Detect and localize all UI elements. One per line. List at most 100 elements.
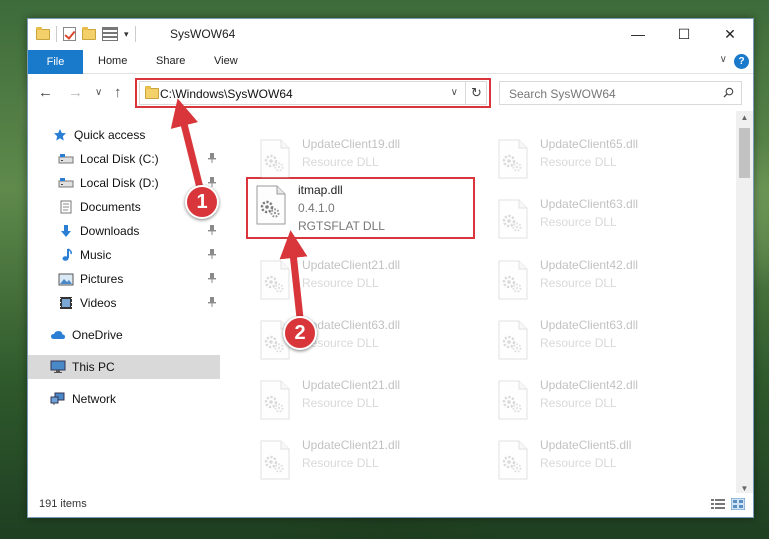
large-icons-view-icon[interactable]	[731, 498, 745, 510]
back-button[interactable]: ←	[38, 84, 53, 101]
status-bar: 191 items	[28, 493, 753, 517]
cloud-icon	[50, 328, 66, 342]
videos-icon	[58, 296, 74, 310]
file-description: Resource DLL	[540, 456, 617, 470]
sidebar-item-label: Local Disk (C:)	[80, 152, 159, 166]
pictures-icon	[58, 272, 74, 286]
toolbar-separator	[56, 26, 57, 42]
pin-icon[interactable]	[208, 224, 216, 238]
file-item[interactable]: UpdateClient42.dll Resource DLL	[492, 374, 717, 428]
sidebar-item-label: Pictures	[80, 272, 124, 286]
file-name: UpdateClient42.dll	[540, 258, 639, 272]
file-name: UpdateClient21.dll	[302, 258, 401, 272]
file-name: UpdateClient65.dll	[540, 137, 639, 151]
tab-share[interactable]: Share	[156, 55, 185, 67]
file-description: Resource DLL	[540, 396, 617, 410]
forward-button[interactable]: →	[68, 84, 83, 101]
up-button[interactable]: ↑	[114, 84, 122, 101]
expand-ribbon-icon[interactable]: ∨	[720, 54, 727, 65]
star-icon	[52, 128, 68, 142]
file-name: UpdateClient42.dll	[540, 378, 639, 392]
dll-file-icon	[254, 185, 288, 225]
search-icon[interactable]	[723, 87, 734, 98]
file-description: Resource DLL	[302, 155, 379, 169]
sidebar-item-downloads[interactable]: Downloads	[28, 219, 220, 243]
minimize-button[interactable]: —	[615, 19, 661, 49]
scroll-up-icon[interactable]: ▲	[736, 113, 753, 122]
folder-icon	[36, 26, 50, 40]
file-item[interactable]: UpdateClient21.dll Resource DLL	[254, 254, 479, 308]
search-input[interactable]: Search SysWOW64	[499, 81, 742, 105]
sidebar-item-pictures[interactable]: Pictures	[28, 267, 220, 291]
file-item[interactable]: UpdateClient63.dll Resource DLL	[492, 193, 717, 247]
pin-icon[interactable]	[208, 248, 216, 262]
properties-icon[interactable]	[102, 27, 118, 41]
scrollbar-thumb[interactable]	[739, 128, 750, 178]
file-name: UpdateClient21.dll	[302, 378, 401, 392]
file-item[interactable]: itmap.dll 0.4.1.0 RGTSFLAT DLL	[250, 179, 475, 233]
pin-icon[interactable]	[208, 296, 216, 310]
new-folder-icon[interactable]	[82, 26, 96, 40]
dll-file-icon	[496, 440, 530, 480]
file-item[interactable]: UpdateClient65.dll Resource DLL	[492, 133, 717, 187]
dll-file-icon	[496, 380, 530, 420]
sidebar-item-label: Music	[80, 248, 112, 262]
dll-file-icon	[258, 260, 292, 300]
help-button[interactable]: ?	[734, 54, 749, 69]
dll-file-icon	[496, 139, 530, 179]
file-list: UpdateClient19.dll Resource DLL UpdateClie…	[224, 111, 739, 495]
tab-view[interactable]: View	[214, 55, 238, 67]
sidebar-item-onedrive[interactable]: OneDrive	[28, 323, 220, 347]
sidebar-item-this-pc[interactable]: This PC	[28, 355, 220, 379]
dll-file-icon	[258, 440, 292, 480]
file-description: Resource DLL	[540, 215, 617, 229]
pin-icon[interactable]	[208, 272, 216, 286]
file-name: UpdateClient19.dll	[302, 137, 401, 151]
file-version: 0.4.1.0	[298, 201, 335, 215]
sidebar-item-quick-access[interactable]: Quick access	[28, 123, 220, 147]
sidebar-item-music[interactable]: Music	[28, 243, 220, 267]
file-description: Resource DLL	[540, 336, 617, 350]
close-button[interactable]: ✕	[707, 19, 753, 49]
dll-file-icon	[258, 380, 292, 420]
address-highlight-box	[135, 78, 491, 108]
customize-toolbar-icon[interactable]: ▾	[124, 29, 129, 40]
pin-icon[interactable]	[208, 152, 216, 166]
file-item[interactable]: UpdateClient21.dll Resource DLL	[254, 434, 479, 488]
title-bar: ▾ SysWOW64 — ☐ ✕	[28, 19, 753, 50]
file-item[interactable]: UpdateClient5.dll Resource DLL	[492, 434, 717, 488]
navigation-pane: Quick access Local Disk (C:) Local Disk (D…	[28, 111, 224, 495]
details-view-icon[interactable]	[711, 498, 725, 510]
documents-icon	[58, 200, 74, 214]
window-title: SysWOW64	[170, 27, 236, 41]
file-name: UpdateClient5.dll	[540, 438, 632, 452]
toolbar-separator	[134, 26, 136, 42]
ribbon-tabs: File Home Share View ∨ ?	[28, 50, 753, 74]
file-description: Resource DLL	[540, 155, 617, 169]
file-item[interactable]: UpdateClient21.dll Resource DLL	[254, 374, 479, 428]
vertical-scrollbar[interactable]: ▲ ▼	[736, 111, 753, 495]
scroll-down-icon[interactable]: ▼	[736, 484, 753, 493]
sidebar-item-network[interactable]: Network	[28, 387, 220, 411]
file-name: UpdateClient63.dll	[540, 318, 639, 332]
sidebar-item-label: Quick access	[74, 128, 146, 142]
file-item[interactable]: UpdateClient63.dll Resource DLL	[492, 314, 717, 368]
maximize-button[interactable]: ☐	[661, 19, 707, 49]
file-name: UpdateClient21.dll	[302, 438, 401, 452]
sidebar-item-local-disk-c[interactable]: Local Disk (C:)	[28, 147, 220, 171]
quick-access-toolbar: ▾	[36, 26, 136, 42]
tab-home[interactable]: Home	[98, 55, 127, 67]
sidebar-item-videos[interactable]: Videos	[28, 291, 220, 315]
tab-file[interactable]: File	[28, 50, 83, 74]
file-description: Resource DLL	[540, 276, 617, 290]
properties-check-icon[interactable]	[63, 27, 76, 41]
music-icon	[58, 248, 74, 262]
drive-icon	[58, 152, 74, 166]
file-item[interactable]: UpdateClient42.dll Resource DLL	[492, 254, 717, 308]
address-row: ← → ∨ ↑ C:\Windows\SysWOW64 ∨ ↻ Search S…	[28, 75, 753, 111]
sidebar-item-label: Documents	[80, 200, 141, 214]
sidebar-item-label: OneDrive	[72, 328, 123, 342]
dll-file-icon	[496, 199, 530, 239]
recent-locations-button[interactable]: ∨	[95, 87, 102, 98]
search-placeholder: Search SysWOW64	[509, 87, 616, 101]
